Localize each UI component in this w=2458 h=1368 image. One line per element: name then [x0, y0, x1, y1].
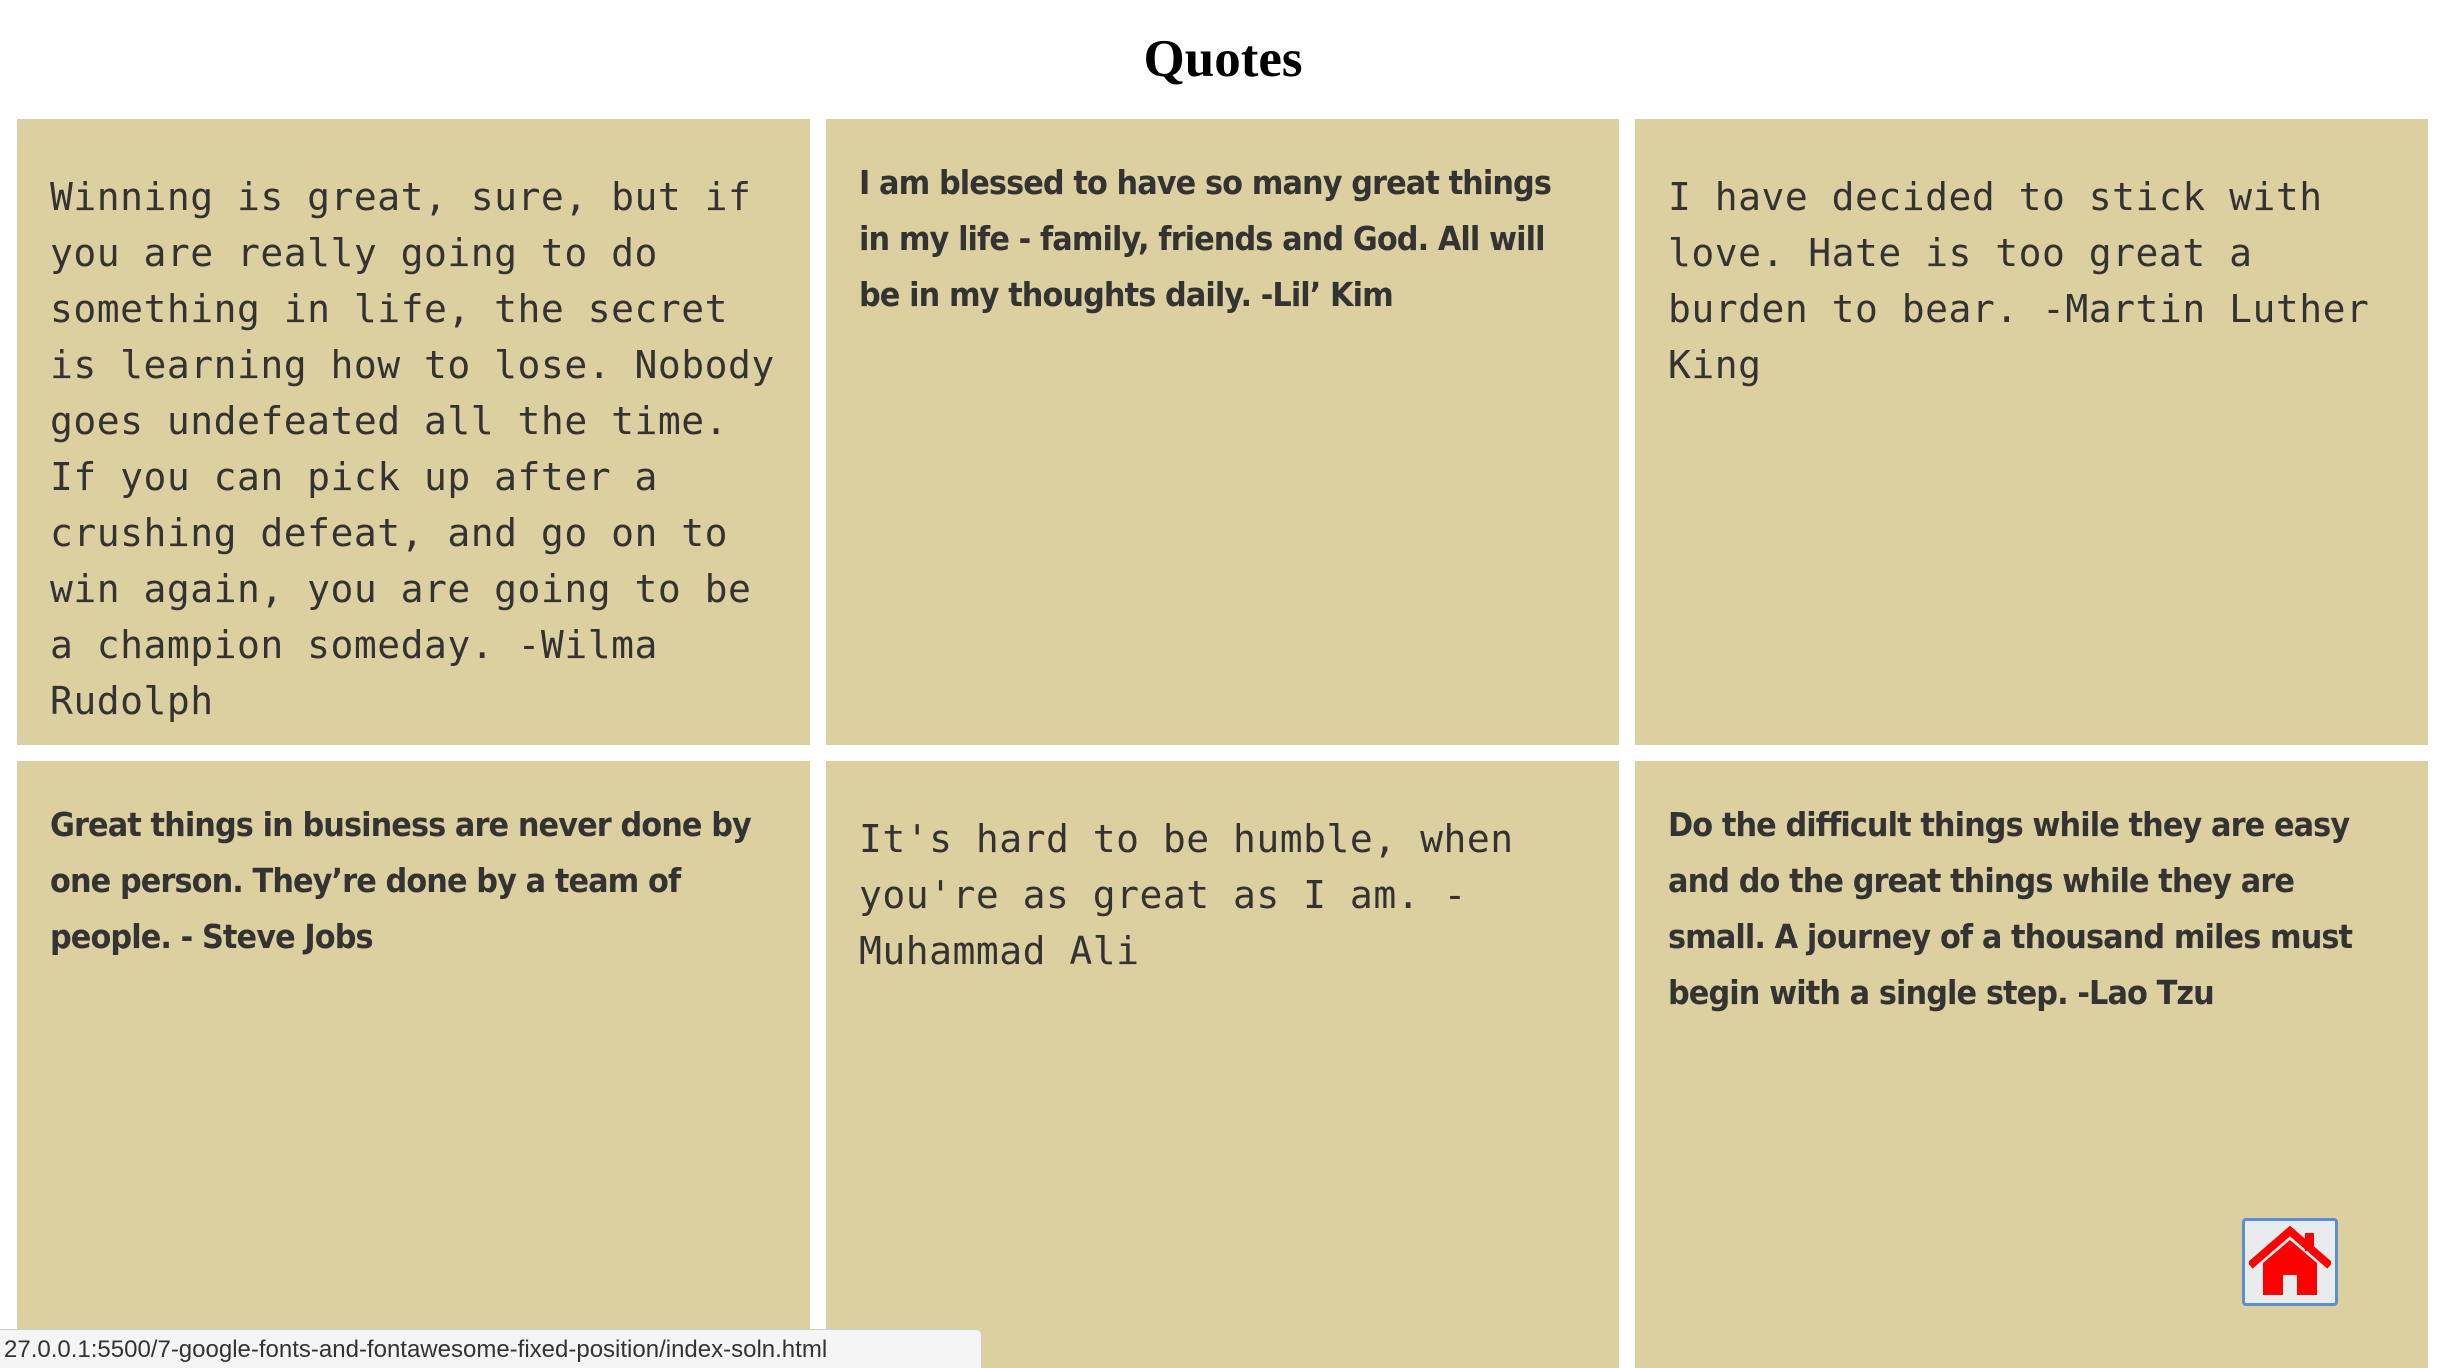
quote-text: It's hard to be humble, when you're as g… [859, 817, 1514, 973]
quote-card: Winning is great, sure, but if you are r… [17, 119, 810, 745]
home-button[interactable] [2242, 1218, 2338, 1306]
quote-card: I am blessed to have so many great thing… [826, 119, 1619, 745]
quote-card: Great things in business are never done … [17, 761, 810, 1368]
quote-card: It's hard to be humble, when you're as g… [826, 761, 1619, 1368]
quote-text: I have decided to stick with love. Hate … [1668, 175, 2370, 387]
quote-text: Winning is great, sure, but if you are r… [50, 175, 775, 723]
quote-text: Great things in business are never done … [50, 805, 752, 956]
page-title: Quotes [1143, 30, 1303, 88]
quote-text: I am blessed to have so many great thing… [859, 163, 1552, 314]
home-icon [2249, 1225, 2331, 1295]
quote-text: Do the difficult things while they are e… [1668, 805, 2353, 1012]
quotes-grid: Winning is great, sure, but if you are r… [17, 119, 2429, 1368]
quote-card: I have decided to stick with love. Hate … [1635, 119, 2428, 745]
status-bar-url: 27.0.0.1:5500/7-google-fonts-and-fontawe… [0, 1329, 982, 1368]
